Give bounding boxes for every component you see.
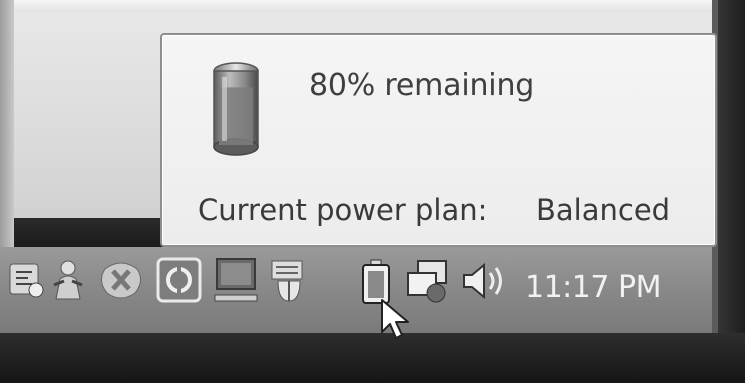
volume-icon[interactable] bbox=[460, 261, 508, 301]
messenger-icon[interactable] bbox=[50, 259, 86, 301]
media-icon[interactable] bbox=[156, 257, 202, 303]
battery-level-icon bbox=[213, 62, 259, 156]
window-dark-band bbox=[14, 218, 164, 248]
sync-icon[interactable] bbox=[99, 259, 143, 301]
power-plan-value[interactable]: Balanced bbox=[536, 193, 670, 227]
monitor-icon[interactable] bbox=[213, 257, 259, 305]
shield-icon[interactable] bbox=[268, 259, 310, 303]
app-icon-1[interactable] bbox=[8, 260, 46, 300]
taskbar-clock[interactable]: 11:17 PM bbox=[525, 270, 661, 305]
taskbar-lower-bezel bbox=[0, 333, 745, 383]
power-plan-label: Current power plan: bbox=[198, 193, 488, 227]
window-top-edge bbox=[0, 0, 745, 12]
battery-status-text: 80% remaining bbox=[309, 68, 535, 103]
battery-flyout: 80% remaining Current power plan: Balanc… bbox=[160, 33, 717, 247]
mouse-cursor-icon bbox=[381, 299, 409, 339]
